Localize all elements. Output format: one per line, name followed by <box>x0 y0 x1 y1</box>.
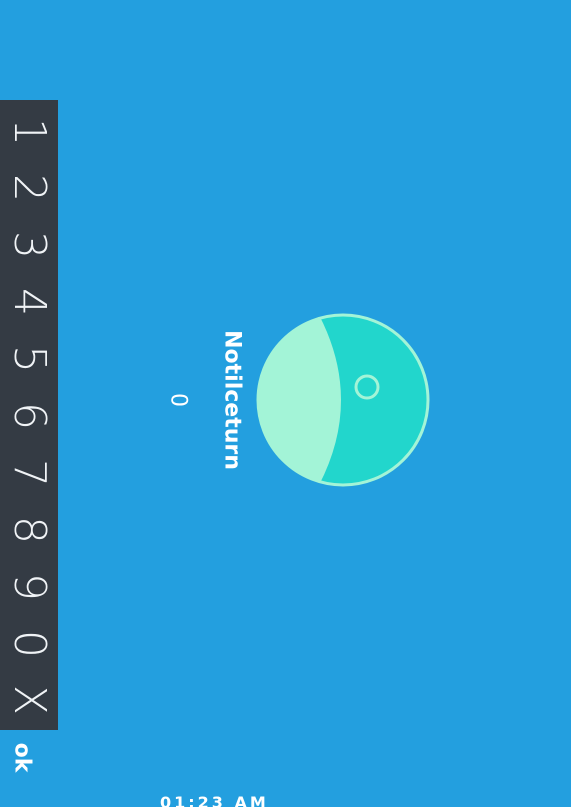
key-clear[interactable]: X <box>0 672 58 728</box>
key-4[interactable]: 4 <box>0 274 58 330</box>
app-name: Notilceturn <box>219 330 245 470</box>
key-8[interactable]: 8 <box>0 502 58 558</box>
key-6[interactable]: 6 <box>0 388 58 444</box>
ok-button[interactable]: ok <box>0 733 44 781</box>
lock-screen: 1 2 3 4 5 6 7 8 9 0 X ok 0 Notilceturn 0… <box>0 0 571 807</box>
key-1[interactable]: 1 <box>0 104 58 160</box>
app-logo-icon <box>256 313 430 487</box>
key-5[interactable]: 5 <box>0 331 58 387</box>
clock-text: 01:23 AM <box>160 793 269 807</box>
attempt-counter: 0 <box>165 393 191 407</box>
key-7[interactable]: 7 <box>0 445 58 501</box>
numeric-keypad: 1 2 3 4 5 6 7 8 9 0 X <box>0 100 58 730</box>
key-0[interactable]: 0 <box>0 616 58 672</box>
key-3[interactable]: 3 <box>0 217 58 273</box>
key-2[interactable]: 2 <box>0 160 58 216</box>
key-9[interactable]: 9 <box>0 559 58 615</box>
